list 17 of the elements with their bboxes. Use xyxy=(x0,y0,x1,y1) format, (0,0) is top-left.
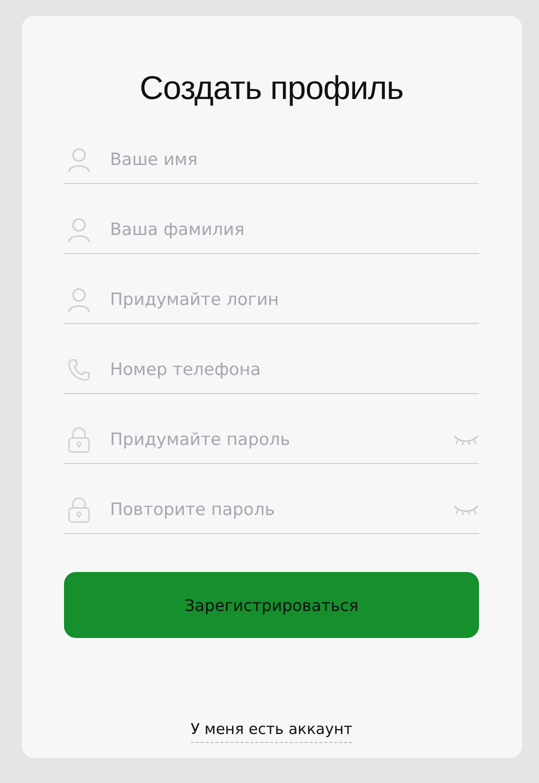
person-icon xyxy=(67,286,91,312)
form-title: Создать профиль xyxy=(138,68,404,108)
person-icon xyxy=(67,216,91,242)
closed-eye-icon[interactable] xyxy=(453,504,479,516)
input-field[interactable]: Ваше имя xyxy=(110,150,479,170)
lock-icon xyxy=(67,496,91,522)
login-link[interactable]: У меня есть аккаунт xyxy=(190,720,352,743)
input-field[interactable]: Ваша фамилия xyxy=(110,220,479,240)
lock-icon xyxy=(67,426,91,452)
input-field[interactable]: Придумайте логин xyxy=(110,290,479,310)
input-field[interactable]: Повторите пароль xyxy=(110,500,434,520)
phone-icon xyxy=(67,358,91,382)
input-field[interactable]: Придумайте пароль xyxy=(110,430,434,450)
closed-eye-icon[interactable] xyxy=(453,434,479,446)
register-button[interactable]: Зарегистрироваться xyxy=(64,572,479,638)
person-icon xyxy=(67,146,91,172)
input-field[interactable]: Номер телефона xyxy=(110,360,479,380)
